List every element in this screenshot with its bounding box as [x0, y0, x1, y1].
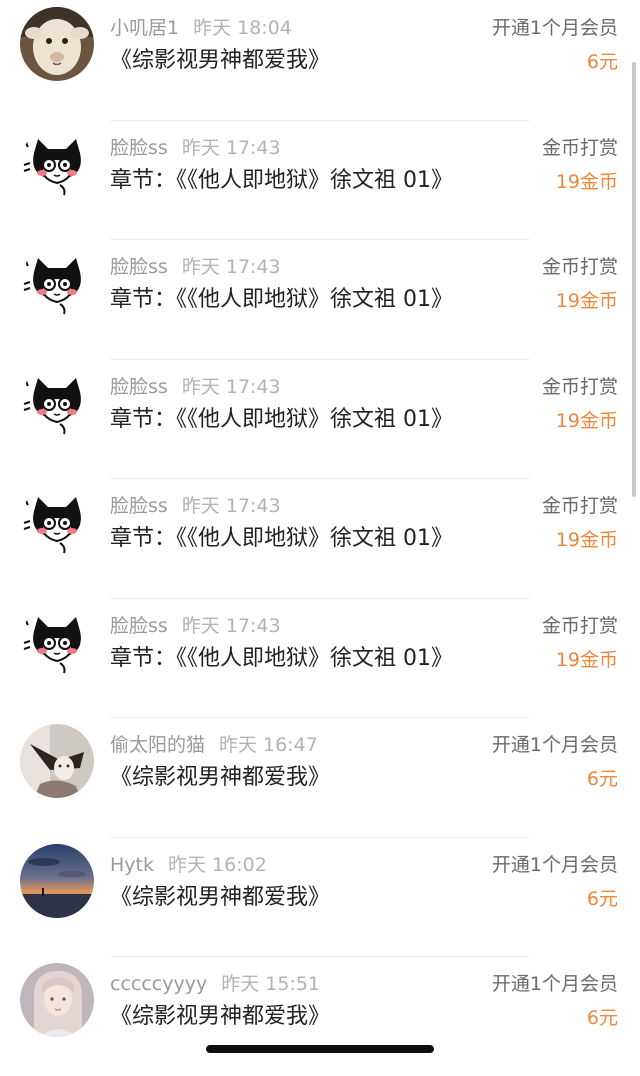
item-title: 《综影视男神都爱我》: [110, 884, 331, 910]
item-title: 章节：《《他人即地狱》徐文祖 01》: [110, 406, 453, 432]
item-meta: cccccyyyy 昨天 15:51: [110, 970, 320, 998]
list-item[interactable]: 脸脸ss 昨天 17:43 章节：《《他人即地狱》徐文祖 01》 金币打赏 19金…: [0, 239, 640, 359]
username: 小叽居1: [110, 17, 180, 39]
item-meta: 偷太阳的猫 昨天 16:47: [110, 731, 318, 759]
timestamp: 昨天 17:43: [181, 375, 281, 398]
list-item[interactable]: 小叽居1 昨天 18:04 《综影视男神都爱我》 开通1个月会员 6元: [0, 0, 640, 120]
list-item[interactable]: 脸脸ss 昨天 17:43 章节：《《他人即地狱》徐文祖 01》 金币打赏 19金…: [0, 119, 640, 240]
list-item[interactable]: 脸脸ss 昨天 17:43 章节：《《他人即地狱》徐文祖 01》 金币打赏 19金…: [0, 358, 640, 479]
transaction-amount: 19金币: [555, 409, 618, 432]
sheep-avatar[interactable]: [20, 7, 94, 81]
item-meta: Hytk 昨天 16:02: [110, 851, 267, 879]
photo-avatar-cat[interactable]: [20, 724, 94, 798]
timestamp: 昨天 17:43: [181, 614, 281, 637]
username: cccccyyyy: [110, 973, 208, 995]
username: Hytk: [110, 853, 154, 876]
item-title: 章节：《《他人即地狱》徐文祖 01》: [110, 287, 453, 312]
timestamp: 昨天 18:04: [193, 17, 292, 39]
username: 脸脸ss: [110, 375, 168, 398]
transaction-type: 开通1个月会员: [491, 734, 618, 756]
cat-meme-avatar[interactable]: [20, 604, 94, 679]
timestamp: 昨天 16:47: [219, 734, 318, 756]
transaction-type: 金币打赏: [541, 614, 618, 637]
list-item[interactable]: 脸脸ss 昨天 17:43 章节：《《他人即地狱》徐文祖 01》 金币打赏 19金…: [0, 597, 640, 718]
item-meta: 小叽居1 昨天 18:04: [110, 14, 292, 42]
cat-meme-avatar[interactable]: [20, 246, 94, 320]
username: 脸脸ss: [110, 136, 168, 159]
item-title: 章节：《《他人即地狱》徐文祖 01》: [110, 526, 453, 551]
transaction-amount: 19金币: [555, 529, 618, 551]
item-title: 章节：《《他人即地狱》徐文祖 01》: [110, 645, 453, 671]
transaction-list: 小叽居1 昨天 18:04 《综影视男神都爱我》 开通1个月会员 6元 脸脸ss…: [0, 0, 640, 1076]
transaction-type: 金币打赏: [541, 495, 618, 517]
transaction-type: 金币打赏: [541, 136, 618, 159]
list-item[interactable]: 脸脸ss 昨天 17:43 章节：《《他人即地狱》徐文祖 01》 金币打赏 19金…: [0, 478, 640, 598]
item-meta: 脸脸ss 昨天 17:43: [110, 373, 281, 401]
item-meta: 脸脸ss 昨天 17:43: [110, 492, 281, 520]
transaction-amount: 6元: [586, 768, 618, 790]
item-title: 《综影视男神都爱我》: [110, 48, 331, 73]
list-item[interactable]: Hytk 昨天 16:02 《综影视男神都爱我》 开通1个月会员 6元: [0, 836, 640, 957]
list-item[interactable]: cccccyyyy 昨天 15:51 《综影视男神都爱我》 开通1个月会员 6元: [0, 956, 640, 1076]
transaction-type: 开通1个月会员: [491, 853, 618, 876]
timestamp: 昨天 16:02: [167, 853, 267, 876]
list-item[interactable]: 偷太阳的猫 昨天 16:47 《综影视男神都爱我》 开通1个月会员 6元: [0, 717, 640, 837]
sunset-avatar[interactable]: [20, 843, 94, 918]
item-meta: 脸脸ss 昨天 17:43: [110, 612, 281, 640]
home-indicator[interactable]: [206, 1045, 434, 1053]
timestamp: 昨天 15:51: [221, 973, 321, 995]
item-meta: 脸脸ss 昨天 17:43: [110, 253, 281, 281]
cat-meme-avatar[interactable]: [20, 485, 94, 559]
transaction-amount: 19金币: [555, 290, 618, 312]
scrollbar[interactable]: [632, 62, 636, 497]
item-title: 章节：《《他人即地狱》徐文祖 01》: [110, 167, 453, 193]
cat-meme-avatar[interactable]: [20, 365, 94, 440]
transaction-type: 金币打赏: [541, 375, 618, 398]
username: 偷太阳的猫: [110, 734, 206, 756]
girl-avatar[interactable]: [20, 963, 94, 1037]
username: 脸脸ss: [110, 495, 168, 517]
transaction-amount: 19金币: [555, 648, 618, 671]
transaction-type: 开通1个月会员: [491, 17, 618, 39]
transaction-type: 金币打赏: [541, 256, 618, 278]
username: 脸脸ss: [110, 256, 168, 278]
username: 脸脸ss: [110, 614, 168, 637]
item-title: 《综影视男神都爱我》: [110, 765, 331, 790]
transaction-type: 开通1个月会员: [491, 973, 618, 995]
transaction-amount: 19金币: [555, 170, 618, 193]
transaction-amount: 6元: [586, 51, 618, 73]
timestamp: 昨天 17:43: [181, 495, 281, 517]
timestamp: 昨天 17:43: [181, 136, 281, 159]
item-title: 《综影视男神都爱我》: [110, 1004, 331, 1029]
transaction-amount: 6元: [586, 1007, 618, 1029]
item-meta: 脸脸ss 昨天 17:43: [110, 134, 281, 162]
timestamp: 昨天 17:43: [181, 256, 281, 278]
transaction-amount: 6元: [586, 887, 618, 910]
cat-meme-avatar[interactable]: [20, 126, 94, 201]
